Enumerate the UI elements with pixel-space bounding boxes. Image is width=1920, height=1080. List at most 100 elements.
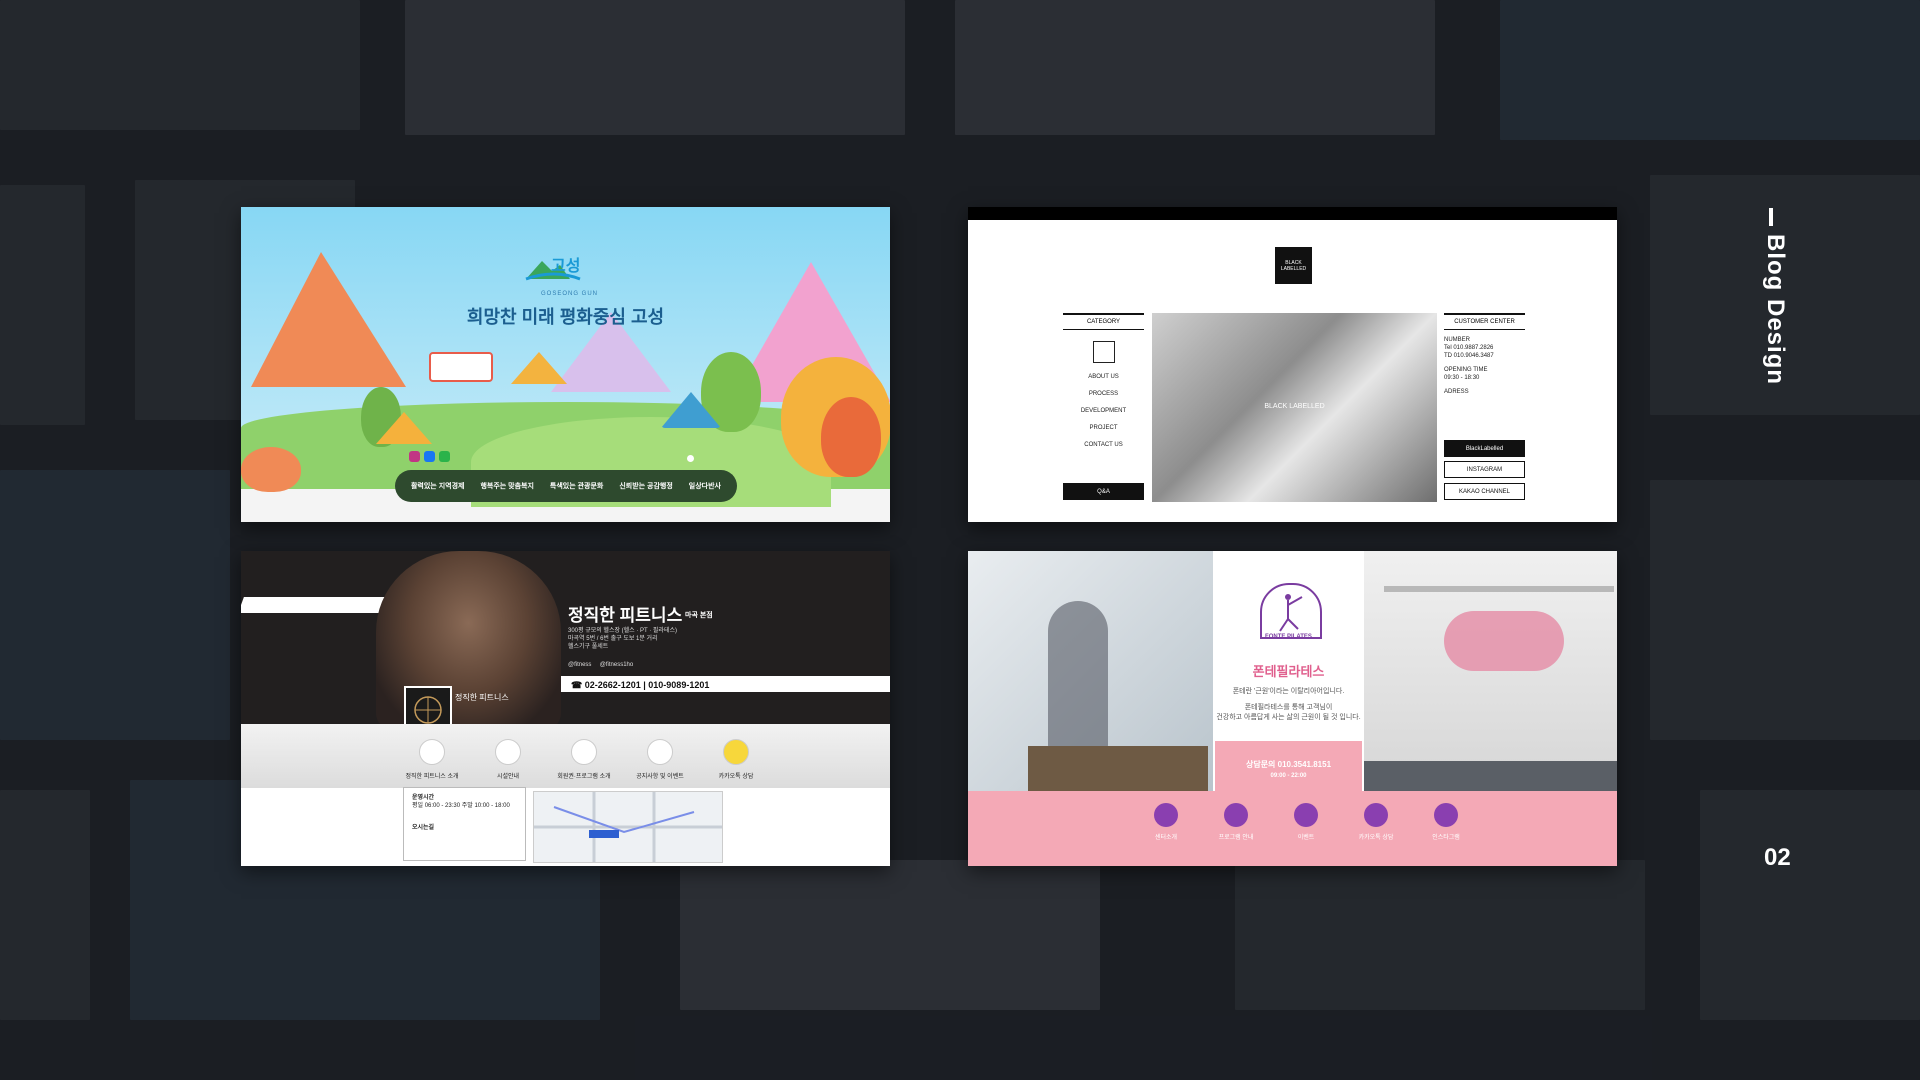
menu-kakao[interactable]: 카카오톡 상담 — [1356, 803, 1396, 841]
pilates-cadillac-photo — [1364, 551, 1617, 791]
menu-instagram[interactable]: 인스타그램 — [1426, 803, 1466, 841]
facebook-icon[interactable] — [424, 451, 435, 462]
menu-kakao[interactable]: 카카오톡 상담 — [705, 739, 767, 780]
instagram-button[interactable]: INSTAGRAM — [1444, 461, 1525, 478]
opening-time: 09:30 - 18:30 — [1444, 375, 1480, 381]
yoga-icon — [1154, 803, 1178, 827]
background — [0, 0, 1920, 1080]
contact-info: 상담문의 010.3541.8151 09:00 - 22:00 — [1215, 759, 1362, 779]
sns-handle[interactable]: @fitness — [568, 662, 591, 668]
menu-process[interactable]: PROCESS — [1063, 391, 1144, 397]
gift-icon — [1294, 803, 1318, 827]
social-icons — [409, 451, 450, 462]
contact-phone[interactable]: 상담문의 010.3541.8151 — [1215, 759, 1362, 770]
menu-notice[interactable]: 공지사항 및 이벤트 — [629, 739, 691, 780]
menu-intro[interactable]: 정직한 피트니스 소개 — [401, 739, 463, 780]
fitness-blog-design-card[interactable]: 정직한 피트니스 마곡 본점 300평 규모의 헬스장 (헬스 · PT · 필… — [241, 551, 890, 866]
blog-icon[interactable] — [439, 451, 450, 462]
document-icon — [1092, 341, 1115, 363]
banner-title: 희망찬 미래 평화중심 고성 — [466, 307, 665, 327]
footer-icon-menu: 센터소개 프로그램 안내 이벤트 카카오톡 상담 인스타그램 — [1146, 803, 1466, 841]
blacklabelled-logo: BLACK LABELLED — [1275, 247, 1312, 284]
instagram-icon[interactable] — [409, 451, 420, 462]
side-title-text: Blog Design — [1762, 234, 1789, 386]
nav-item-administration[interactable]: 신뢰받는 공감행정 — [619, 481, 672, 491]
icon-menu: 정직한 피트니스 소개 시설안내 회원권·프로그램 소개 공지사항 및 이벤트 … — [401, 739, 767, 780]
brand-name: 폰테필라테스 — [1252, 664, 1325, 679]
logo-text: FONTE PILATES — [1265, 634, 1312, 640]
pilates-blog-design-card[interactable]: FONTE PILATES 폰테필라테스 폰테란 '근원'이라는 이탈리아어입니… — [968, 551, 1617, 866]
address-label: ADRESS — [1444, 389, 1469, 395]
nav-item-economy[interactable]: 활력있는 지역경제 — [411, 481, 464, 491]
instructor-figure — [1048, 601, 1108, 751]
title-bar — [1769, 208, 1773, 226]
tree-illustration — [241, 447, 301, 492]
kakao-channel-button[interactable]: KAKAO CHANNEL — [1444, 483, 1525, 500]
gym-branch: 마곡 본점 — [685, 612, 713, 619]
menu-development[interactable]: DEVELOPMENT — [1063, 408, 1144, 414]
menu-label: 프로그램 안내 — [1218, 835, 1254, 841]
menu-contact[interactable]: CONTACT US — [1063, 442, 1144, 448]
menu-label: 공지사항 및 이벤트 — [636, 774, 684, 780]
page-number: 02 — [1764, 844, 1791, 871]
talk-icon — [1364, 803, 1388, 827]
gym-icon — [419, 739, 445, 765]
nav-item-welfare[interactable]: 행복주는 맞춤복지 — [480, 481, 533, 491]
megaphone-icon — [647, 739, 673, 765]
menu-label: 시설안내 — [496, 774, 520, 780]
desc-line: 건강하고 아름답게 사는 삶의 근원이 될 것 입니다. — [1216, 714, 1361, 721]
qa-button[interactable]: Q&A — [1063, 483, 1144, 500]
nav-item-daily[interactable]: 일상다반사 — [689, 481, 721, 491]
blog-button[interactable]: BlackLabelled — [1444, 440, 1525, 457]
logo-subtitle: GOSEONG GUN — [541, 291, 599, 297]
menu-program[interactable]: 프로그램 안내 — [1216, 803, 1256, 841]
sns-handles: @fitness @fitness1ho — [568, 662, 633, 668]
menu-center[interactable]: 센터소개 — [1146, 803, 1186, 841]
location-map[interactable] — [533, 791, 723, 863]
number-label: NUMBER — [1444, 337, 1471, 343]
architecture-photo: BLACK LABELLED — [1152, 313, 1437, 502]
hours-box: 운영시간 평일 06:00 - 23:30 주말 10:00 - 18:00 오… — [403, 787, 526, 861]
menu-label: 카카오톡 상담 — [718, 774, 754, 780]
menu-about[interactable]: ABOUT US — [1063, 374, 1144, 380]
menu-label: 센터소개 — [1154, 835, 1178, 841]
camera-icon — [1224, 803, 1248, 827]
background-overlay — [0, 0, 1920, 1080]
opening-label: OPENING TIME — [1444, 367, 1488, 373]
clipboard-icon — [571, 739, 597, 765]
blacklabelled-blog-design-card[interactable]: BLACK LABELLED CATEGORY ABOUT US PROCESS… — [968, 207, 1617, 522]
menu-event[interactable]: 이벤트 — [1286, 803, 1326, 841]
top-bar — [968, 207, 1617, 220]
menu-facility[interactable]: 시설안내 — [477, 739, 539, 780]
brand-description: 폰테란 '근원'이라는 이탈리아어입니다. 폰테필라테스를 통해 고객님이 건강… — [1215, 687, 1362, 723]
phone-number: ☎ 02-2662-1201 | 010-9089-1201 — [571, 680, 709, 691]
customer-heading: CUSTOMER CENTER — [1444, 313, 1525, 330]
menu-label: 회원권·프로그램 소개 — [557, 774, 611, 780]
photo-label: BLACK LABELLED — [1264, 403, 1325, 410]
nav-item-tourism[interactable]: 특색있는 관광문화 — [550, 481, 603, 491]
slide-indicator-dot[interactable] — [687, 455, 694, 462]
contact-hours: 09:00 - 22:00 — [1270, 773, 1307, 779]
menu-label: 이벤트 — [1297, 835, 1315, 841]
menu-project[interactable]: PROJECT — [1063, 425, 1144, 431]
student-figure — [1444, 611, 1564, 671]
logo-text: 고성 — [551, 258, 581, 275]
tent-illustration — [511, 352, 567, 384]
emblem-text: 정직한 피트니스 — [455, 693, 509, 702]
dancer-icon — [1279, 594, 1303, 632]
desc-line: 폰테필라테스를 통해 고객님이 — [1244, 704, 1333, 711]
tent-illustration — [661, 392, 721, 428]
category-heading: CATEGORY — [1063, 313, 1144, 330]
goseong-blog-design-card[interactable]: 고성 GOSEONG GUN 희망찬 미래 평화중심 고성 활력있는 지역경제 … — [241, 207, 890, 522]
sns-handle[interactable]: @fitness1ho — [600, 662, 633, 668]
dark-header — [241, 551, 890, 724]
hours-line: 평일 06:00 - 23:30 주말 10:00 - 18:00 — [412, 803, 510, 809]
gym-description: 300평 규모의 헬스장 (헬스 · PT · 필라테스) 마곡역 5번 / 6… — [568, 627, 677, 651]
floor — [1364, 761, 1617, 791]
menu-program[interactable]: 회원권·프로그램 소개 — [553, 739, 615, 780]
tent-illustration — [376, 412, 432, 444]
camper-van-illustration — [429, 352, 493, 382]
phone-text: 02-2662-1201 | 010-9089-1201 — [584, 680, 710, 690]
tree-illustration — [821, 397, 881, 477]
category-column: CATEGORY ABOUT US PROCESS DEVELOPMENT PR… — [1063, 313, 1144, 448]
